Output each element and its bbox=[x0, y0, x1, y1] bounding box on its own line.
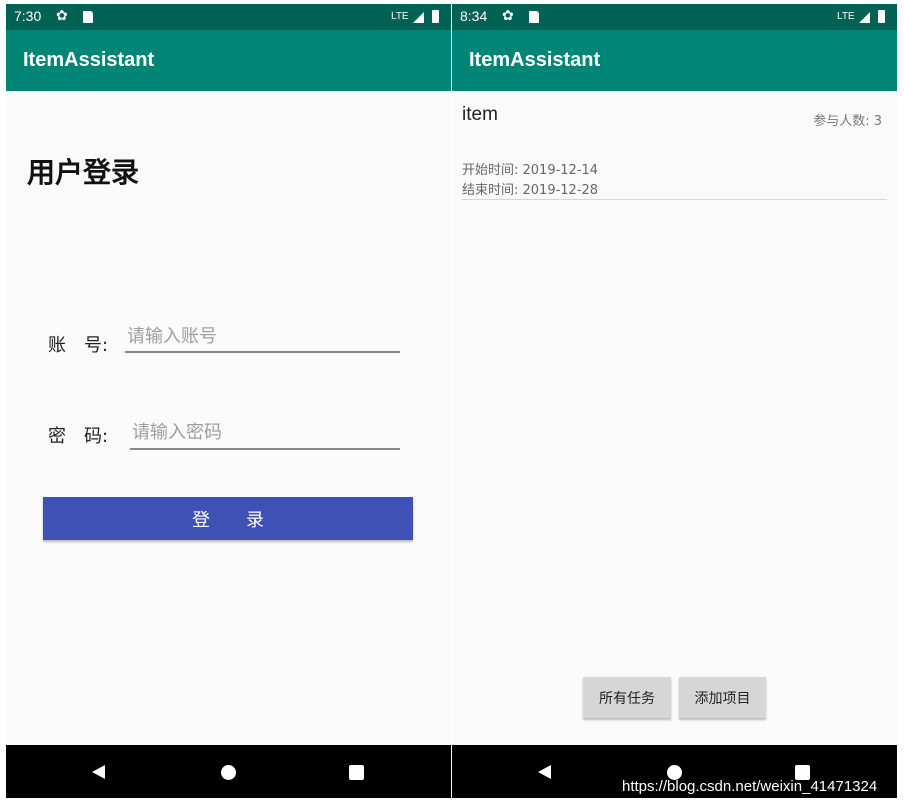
battery-icon bbox=[878, 10, 885, 23]
gear-icon: ✿ bbox=[56, 8, 68, 24]
list-item[interactable]: item 参与人数: 3 开始时间: 2019-12-14 结束时间: 2019… bbox=[462, 100, 887, 200]
status-time: 8:34 bbox=[460, 8, 488, 24]
app-bar: ItemAssistant bbox=[6, 30, 451, 91]
network-type: LTE bbox=[837, 11, 855, 22]
item-name: item bbox=[462, 104, 498, 125]
login-button[interactable]: 登录 bbox=[43, 497, 413, 540]
add-item-button[interactable]: 添加项目 bbox=[679, 677, 766, 718]
password-label: 密 码: bbox=[48, 426, 109, 447]
watermark: https://blog.csdn.net/weixin_41471324 bbox=[622, 778, 878, 795]
signal-icon bbox=[413, 12, 424, 23]
gear-icon: ✿ bbox=[502, 8, 514, 24]
recent-apps-icon[interactable] bbox=[349, 765, 364, 780]
back-icon[interactable] bbox=[538, 765, 551, 779]
account-input[interactable] bbox=[125, 322, 400, 353]
sd-card-icon bbox=[83, 11, 93, 23]
app-title: ItemAssistant bbox=[469, 49, 601, 71]
login-screen: 7:30 ✿ LTE ItemAssistant 用户登录 账 号: 密 码: … bbox=[6, 4, 451, 798]
status-time: 7:30 bbox=[14, 8, 42, 24]
navigation-bar bbox=[6, 745, 451, 798]
battery-icon bbox=[432, 10, 439, 23]
sd-card-icon bbox=[529, 11, 539, 23]
status-bar: 8:34 ✿ LTE bbox=[452, 4, 897, 30]
status-bar: 7:30 ✿ LTE bbox=[6, 4, 451, 30]
participant-count: 参与人数: 3 bbox=[813, 114, 882, 129]
all-tasks-button[interactable]: 所有任务 bbox=[583, 677, 671, 718]
item-end-time: 结束时间: 2019-12-28 bbox=[462, 183, 599, 198]
item-start-time: 开始时间: 2019-12-14 bbox=[462, 163, 599, 178]
password-input[interactable] bbox=[130, 417, 400, 450]
page-title: 用户登录 bbox=[27, 156, 140, 189]
network-type: LTE bbox=[391, 11, 409, 22]
account-label: 账 号: bbox=[48, 335, 109, 356]
item-list-screen: 8:34 ✿ LTE ItemAssistant item 参与人数: 3 开始… bbox=[452, 4, 897, 798]
home-icon[interactable] bbox=[221, 765, 236, 780]
back-icon[interactable] bbox=[92, 765, 105, 779]
app-bar: ItemAssistant bbox=[452, 30, 897, 91]
app-title: ItemAssistant bbox=[23, 49, 155, 71]
signal-icon bbox=[859, 12, 870, 23]
